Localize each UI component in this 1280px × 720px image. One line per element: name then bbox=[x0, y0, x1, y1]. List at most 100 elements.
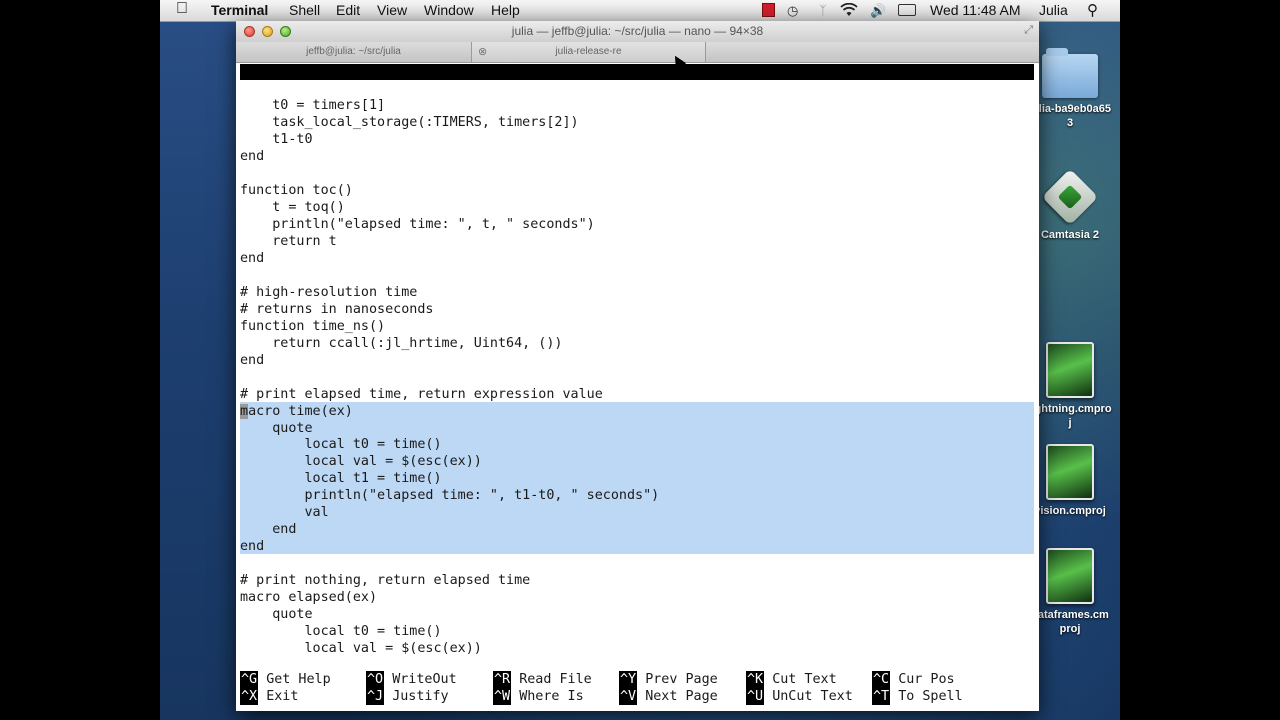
shortcut-item: ^K Cut Text bbox=[746, 671, 837, 688]
shortcut-label: Exit bbox=[266, 689, 299, 704]
shortcut-label: Cut Text bbox=[772, 672, 837, 687]
tab-close-icon[interactable]: ⊗ bbox=[478, 42, 487, 62]
menu-help[interactable]: Help bbox=[491, 2, 520, 18]
shortcut-label: Where Is bbox=[519, 689, 584, 704]
shortcut-key: ^X bbox=[240, 688, 259, 705]
wifi-icon[interactable] bbox=[840, 2, 858, 20]
shortcut-label: To Spell bbox=[898, 689, 963, 704]
camtasia-project-icon bbox=[1046, 444, 1094, 500]
shortcut-key: ^Y bbox=[619, 671, 638, 688]
shortcut-key: ^O bbox=[366, 671, 385, 688]
recording-indicator-icon[interactable] bbox=[762, 3, 775, 17]
shortcut-key: ^T bbox=[872, 688, 891, 705]
window-titlebar[interactable]: julia — jeffb@julia: ~/src/julia — nano … bbox=[236, 21, 1039, 42]
code-line: end bbox=[240, 522, 297, 538]
desktop-file-lightning[interactable]: lightning.cmproj bbox=[1028, 342, 1112, 430]
volume-icon[interactable]: 🔊 bbox=[870, 3, 886, 19]
shortcut-label: Next Page bbox=[645, 689, 718, 704]
tab-shell[interactable]: jeffb@julia: ~/src/julia bbox=[236, 42, 472, 62]
code-line: local t0 = time() bbox=[240, 437, 442, 453]
camtasia-icon bbox=[1041, 168, 1099, 226]
desktop-file-vision[interactable]: vision.cmproj bbox=[1028, 444, 1112, 518]
shortcut-key: ^C bbox=[872, 671, 891, 688]
shortcut-label: Justify bbox=[392, 689, 449, 704]
code-line: t1-t0 bbox=[240, 132, 313, 148]
shortcut-label: Read File bbox=[519, 672, 592, 687]
shortcut-item: ^J Justify bbox=[366, 688, 449, 705]
nano-version: GNU nano 2.0.6 bbox=[257, 80, 370, 95]
code-line: macro elapsed(ex) bbox=[240, 590, 378, 605]
desktop-icon-label: vision.cmproj bbox=[1034, 505, 1106, 517]
shortcut-item: ^O WriteOut bbox=[366, 671, 457, 688]
code-line: return t bbox=[240, 234, 337, 250]
desktop-icon-label: julia-ba9eb0a653 bbox=[1029, 103, 1111, 129]
shortcut-key: ^V bbox=[619, 688, 638, 705]
code-line: end bbox=[240, 251, 265, 266]
code-line: # print elapsed time, return expression … bbox=[240, 386, 603, 402]
shortcut-item: ^V Next Page bbox=[619, 688, 718, 705]
code-line: t0 = timers[1] bbox=[240, 98, 386, 114]
shortcut-key: ^K bbox=[746, 671, 765, 688]
code-line: task_local_storage(:TIMERS, timers[2]) bbox=[240, 115, 579, 131]
user-menu[interactable]: Julia bbox=[1039, 2, 1068, 18]
menu-app-terminal[interactable]: Terminal bbox=[211, 2, 268, 18]
terminal-content[interactable]: GNU nano 2.0.6 File: base/util.jl t0 = t… bbox=[240, 64, 1034, 706]
terminal-window: julia — jeffb@julia: ~/src/julia — nano … bbox=[236, 21, 1039, 711]
spotlight-search-icon[interactable]: ⚲ bbox=[1087, 1, 1098, 19]
apple-menu-icon[interactable]:  bbox=[176, 0, 188, 18]
camtasia-project-icon bbox=[1046, 548, 1094, 604]
menu-edit[interactable]: Edit bbox=[336, 2, 360, 18]
shortcut-label: Cur Pos bbox=[898, 672, 955, 687]
shortcut-label: WriteOut bbox=[392, 672, 457, 687]
desktop:  Terminal Shell Edit View Window Help ◷… bbox=[160, 0, 1120, 720]
shortcut-label: UnCut Text bbox=[772, 689, 853, 704]
shortcut-key: ^G bbox=[240, 671, 259, 688]
code-line: println("elapsed time: ", t, " seconds") bbox=[240, 217, 595, 233]
code-line: end bbox=[240, 149, 265, 165]
desktop-file-dataframes[interactable]: dataframes.cmproj bbox=[1028, 548, 1112, 636]
folder-icon bbox=[1042, 48, 1098, 98]
window-title: julia — jeffb@julia: ~/src/julia — nano … bbox=[511, 24, 764, 38]
shortcut-key: ^J bbox=[366, 688, 385, 705]
code-line: end bbox=[240, 539, 265, 555]
shortcut-item: ^T To Spell bbox=[872, 688, 963, 705]
code-line: t = toq() bbox=[240, 200, 345, 216]
shortcut-item: ^C Cur Pos bbox=[872, 671, 955, 688]
code-line: macro time(ex) bbox=[240, 403, 353, 419]
desktop-icon-label: dataframes.cmproj bbox=[1031, 609, 1109, 635]
display-mirroring-icon[interactable] bbox=[898, 4, 916, 16]
nano-filename: File: base/util.jl bbox=[527, 96, 673, 111]
shortcut-key: ^W bbox=[493, 688, 512, 705]
code-line: end bbox=[240, 352, 265, 368]
code-line: quote bbox=[240, 420, 313, 436]
nano-header: GNU nano 2.0.6 File: base/util.jl bbox=[240, 64, 1034, 111]
tab-label: julia-release-re bbox=[555, 46, 622, 57]
shortcut-item: ^W Where Is bbox=[493, 688, 584, 705]
code-line: quote bbox=[240, 606, 313, 622]
shortcut-item: ^X Exit bbox=[240, 688, 298, 705]
code-line: local val = $(esc(ex)) bbox=[240, 454, 482, 470]
menu-view[interactable]: View bbox=[377, 2, 407, 18]
shortcut-key: ^R bbox=[493, 671, 512, 688]
time-machine-icon[interactable]: ◷ bbox=[787, 3, 798, 19]
shortcut-label: Prev Page bbox=[645, 672, 718, 687]
bluetooth-icon[interactable]: ᛉ bbox=[819, 3, 827, 18]
code-line: local val = $(esc(ex)) bbox=[240, 640, 482, 656]
shortcut-item: ^U UnCut Text bbox=[746, 688, 853, 705]
fullscreen-icon[interactable]: ⤢ bbox=[1024, 24, 1033, 37]
code-line: function toc() bbox=[240, 183, 353, 199]
camtasia-project-icon bbox=[1046, 342, 1094, 398]
menu-window[interactable]: Window bbox=[424, 2, 474, 18]
code-line: # high-resolution time bbox=[240, 284, 418, 300]
shortcut-key: ^U bbox=[746, 688, 765, 705]
code-line: return ccall(:jl_hrtime, Uint64, ()) bbox=[240, 335, 563, 351]
desktop-icon-label: lightning.cmproj bbox=[1028, 403, 1112, 429]
desktop-app-camtasia[interactable]: Camtasia 2 bbox=[1028, 168, 1112, 242]
menu-clock[interactable]: Wed 11:48 AM bbox=[930, 2, 1021, 18]
code-line: local t0 = time() bbox=[240, 623, 442, 639]
code-line: # returns in nanoseconds bbox=[240, 301, 434, 317]
desktop-folder-julia[interactable]: julia-ba9eb0a653 bbox=[1028, 48, 1112, 130]
tab-bar: jeffb@julia: ~/src/julia ⊗ julia-release… bbox=[236, 42, 1039, 63]
menu-shell[interactable]: Shell bbox=[289, 2, 320, 18]
menu-bar:  Terminal Shell Edit View Window Help ◷… bbox=[160, 0, 1120, 22]
